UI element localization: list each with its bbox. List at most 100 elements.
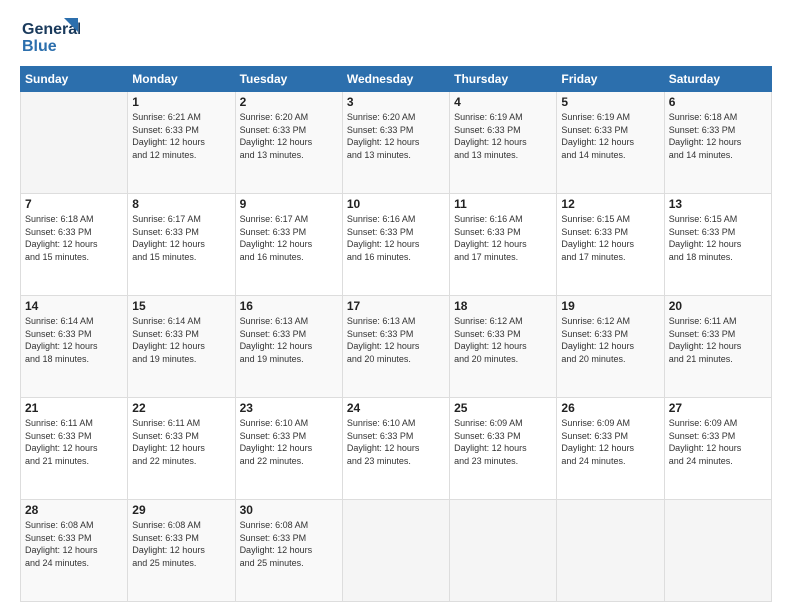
day-info: Sunrise: 6:21 AM Sunset: 6:33 PM Dayligh…	[132, 111, 230, 161]
calendar-cell	[342, 500, 449, 602]
calendar-cell: 14 Sunrise: 6:14 AM Sunset: 6:33 PM Dayli…	[21, 296, 128, 398]
day-number: 30	[240, 503, 338, 517]
day-number: 17	[347, 299, 445, 313]
calendar-cell: 20 Sunrise: 6:11 AM Sunset: 6:33 PM Dayli…	[664, 296, 771, 398]
calendar-cell: 28 Sunrise: 6:08 AM Sunset: 6:33 PM Dayli…	[21, 500, 128, 602]
day-number: 9	[240, 197, 338, 211]
day-number: 15	[132, 299, 230, 313]
calendar-week-4: 21 Sunrise: 6:11 AM Sunset: 6:33 PM Dayli…	[21, 398, 772, 500]
day-info: Sunrise: 6:13 AM Sunset: 6:33 PM Dayligh…	[347, 315, 445, 365]
calendar-cell: 30 Sunrise: 6:08 AM Sunset: 6:33 PM Dayli…	[235, 500, 342, 602]
calendar-cell: 16 Sunrise: 6:13 AM Sunset: 6:33 PM Dayli…	[235, 296, 342, 398]
col-header-wednesday: Wednesday	[342, 67, 449, 92]
calendar-cell: 19 Sunrise: 6:12 AM Sunset: 6:33 PM Dayli…	[557, 296, 664, 398]
day-info: Sunrise: 6:19 AM Sunset: 6:33 PM Dayligh…	[454, 111, 552, 161]
calendar-cell: 25Sunrise: 6:09 AM Sunset: 6:33 PM Dayli…	[450, 398, 557, 500]
day-number: 16	[240, 299, 338, 313]
day-number: 5	[561, 95, 659, 109]
day-info: Sunrise: 6:08 AM Sunset: 6:33 PM Dayligh…	[25, 519, 123, 569]
calendar-cell	[450, 500, 557, 602]
calendar-week-2: 7 Sunrise: 6:18 AM Sunset: 6:33 PM Daylig…	[21, 194, 772, 296]
day-info: Sunrise: 6:09 AM Sunset: 6:33 PM Dayligh…	[669, 417, 767, 467]
col-header-friday: Friday	[557, 67, 664, 92]
day-info: Sunrise: 6:11 AM Sunset: 6:33 PM Dayligh…	[25, 417, 123, 467]
calendar-cell: 7 Sunrise: 6:18 AM Sunset: 6:33 PM Daylig…	[21, 194, 128, 296]
day-info: Sunrise: 6:11 AM Sunset: 6:33 PM Dayligh…	[132, 417, 230, 467]
col-header-sunday: Sunday	[21, 67, 128, 92]
calendar-cell: 26Sunrise: 6:09 AM Sunset: 6:33 PM Dayli…	[557, 398, 664, 500]
calendar-table: SundayMondayTuesdayWednesdayThursdayFrid…	[20, 66, 772, 602]
day-info: Sunrise: 6:16 AM Sunset: 6:33 PM Dayligh…	[454, 213, 552, 263]
day-info: Sunrise: 6:18 AM Sunset: 6:33 PM Dayligh…	[669, 111, 767, 161]
calendar-cell: 9 Sunrise: 6:17 AM Sunset: 6:33 PM Daylig…	[235, 194, 342, 296]
day-info: Sunrise: 6:20 AM Sunset: 6:33 PM Dayligh…	[347, 111, 445, 161]
calendar-cell: 17 Sunrise: 6:13 AM Sunset: 6:33 PM Dayli…	[342, 296, 449, 398]
day-number: 28	[25, 503, 123, 517]
day-info: Sunrise: 6:10 AM Sunset: 6:33 PM Dayligh…	[347, 417, 445, 467]
day-number: 6	[669, 95, 767, 109]
day-number: 19	[561, 299, 659, 313]
day-info: Sunrise: 6:18 AM Sunset: 6:33 PM Dayligh…	[25, 213, 123, 263]
day-info: Sunrise: 6:15 AM Sunset: 6:33 PM Dayligh…	[561, 213, 659, 263]
day-number: 26	[561, 401, 659, 415]
col-header-thursday: Thursday	[450, 67, 557, 92]
day-number: 10	[347, 197, 445, 211]
calendar-cell: 29 Sunrise: 6:08 AM Sunset: 6:33 PM Dayli…	[128, 500, 235, 602]
day-info: Sunrise: 6:12 AM Sunset: 6:33 PM Dayligh…	[561, 315, 659, 365]
calendar-header-row: SundayMondayTuesdayWednesdayThursdayFrid…	[21, 67, 772, 92]
day-info: Sunrise: 6:17 AM Sunset: 6:33 PM Dayligh…	[132, 213, 230, 263]
day-info: Sunrise: 6:10 AM Sunset: 6:33 PM Dayligh…	[240, 417, 338, 467]
calendar-cell	[557, 500, 664, 602]
col-header-tuesday: Tuesday	[235, 67, 342, 92]
day-info: Sunrise: 6:17 AM Sunset: 6:33 PM Dayligh…	[240, 213, 338, 263]
calendar-cell: 11 Sunrise: 6:16 AM Sunset: 6:33 PM Dayli…	[450, 194, 557, 296]
day-info: Sunrise: 6:14 AM Sunset: 6:33 PM Dayligh…	[132, 315, 230, 365]
day-number: 18	[454, 299, 552, 313]
calendar-cell: 10 Sunrise: 6:16 AM Sunset: 6:33 PM Dayli…	[342, 194, 449, 296]
day-info: Sunrise: 6:12 AM Sunset: 6:33 PM Dayligh…	[454, 315, 552, 365]
day-info: Sunrise: 6:09 AM Sunset: 6:33 PM Dayligh…	[454, 417, 552, 467]
calendar-cell: 23Sunrise: 6:10 AM Sunset: 6:33 PM Dayli…	[235, 398, 342, 500]
day-number: 20	[669, 299, 767, 313]
day-info: Sunrise: 6:08 AM Sunset: 6:33 PM Dayligh…	[132, 519, 230, 569]
logo-icon: GeneralBlue	[20, 16, 80, 56]
day-number: 21	[25, 401, 123, 415]
calendar-cell: 4 Sunrise: 6:19 AM Sunset: 6:33 PM Daylig…	[450, 92, 557, 194]
day-number: 3	[347, 95, 445, 109]
day-info: Sunrise: 6:19 AM Sunset: 6:33 PM Dayligh…	[561, 111, 659, 161]
day-number: 2	[240, 95, 338, 109]
day-number: 13	[669, 197, 767, 211]
calendar-cell: 6 Sunrise: 6:18 AM Sunset: 6:33 PM Daylig…	[664, 92, 771, 194]
col-header-monday: Monday	[128, 67, 235, 92]
day-number: 14	[25, 299, 123, 313]
header: GeneralBlue	[20, 16, 772, 56]
calendar-cell	[21, 92, 128, 194]
calendar-cell: 2 Sunrise: 6:20 AM Sunset: 6:33 PM Daylig…	[235, 92, 342, 194]
day-number: 12	[561, 197, 659, 211]
day-number: 4	[454, 95, 552, 109]
calendar-week-5: 28 Sunrise: 6:08 AM Sunset: 6:33 PM Dayli…	[21, 500, 772, 602]
calendar-cell: 22 Sunrise: 6:11 AM Sunset: 6:33 PM Dayli…	[128, 398, 235, 500]
calendar-cell: 3 Sunrise: 6:20 AM Sunset: 6:33 PM Daylig…	[342, 92, 449, 194]
day-info: Sunrise: 6:13 AM Sunset: 6:33 PM Dayligh…	[240, 315, 338, 365]
day-info: Sunrise: 6:08 AM Sunset: 6:33 PM Dayligh…	[240, 519, 338, 569]
day-number: 7	[25, 197, 123, 211]
day-info: Sunrise: 6:11 AM Sunset: 6:33 PM Dayligh…	[669, 315, 767, 365]
day-info: Sunrise: 6:16 AM Sunset: 6:33 PM Dayligh…	[347, 213, 445, 263]
day-number: 29	[132, 503, 230, 517]
day-number: 22	[132, 401, 230, 415]
day-number: 8	[132, 197, 230, 211]
calendar-week-1: 1Sunrise: 6:21 AM Sunset: 6:33 PM Daylig…	[21, 92, 772, 194]
calendar-cell: 21 Sunrise: 6:11 AM Sunset: 6:33 PM Dayli…	[21, 398, 128, 500]
day-number: 11	[454, 197, 552, 211]
calendar-cell: 24 Sunrise: 6:10 AM Sunset: 6:33 PM Dayli…	[342, 398, 449, 500]
calendar-cell: 8 Sunrise: 6:17 AM Sunset: 6:33 PM Daylig…	[128, 194, 235, 296]
day-number: 24	[347, 401, 445, 415]
day-info: Sunrise: 6:20 AM Sunset: 6:33 PM Dayligh…	[240, 111, 338, 161]
day-number: 27	[669, 401, 767, 415]
svg-text:Blue: Blue	[22, 38, 57, 55]
day-info: Sunrise: 6:15 AM Sunset: 6:33 PM Dayligh…	[669, 213, 767, 263]
day-info: Sunrise: 6:14 AM Sunset: 6:33 PM Dayligh…	[25, 315, 123, 365]
calendar-cell: 5 Sunrise: 6:19 AM Sunset: 6:33 PM Daylig…	[557, 92, 664, 194]
calendar-cell: 27 Sunrise: 6:09 AM Sunset: 6:33 PM Dayli…	[664, 398, 771, 500]
